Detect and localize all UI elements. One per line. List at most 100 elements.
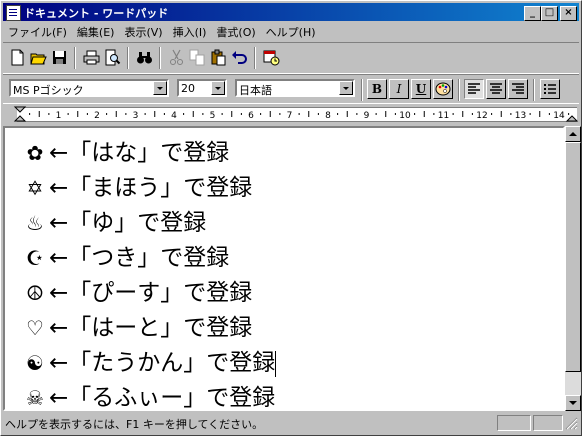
line-text: ←「るふぃー」で登録: [49, 385, 276, 411]
align-center-button[interactable]: [486, 79, 506, 99]
skull-crossbones-symbol: ☠: [26, 386, 44, 410]
document-line[interactable]: ♡ ←「はーと」で登録: [21, 311, 252, 345]
font-size-value: 20: [181, 82, 195, 95]
font-size-combo[interactable]: 20: [177, 79, 227, 97]
document-line[interactable]: ☪ ←「つき」で登録: [21, 241, 229, 275]
menu-insert[interactable]: 挿入(I): [168, 22, 212, 42]
scroll-up-button[interactable]: [565, 126, 581, 142]
align-left-icon: [468, 83, 480, 94]
ruler-label: 5: [210, 111, 216, 121]
line-text: ←「たうかん」で登録: [49, 350, 276, 376]
close-button[interactable]: ×: [560, 6, 577, 21]
bullet-list-icon: [544, 84, 556, 94]
scroll-thumb[interactable]: [565, 142, 581, 372]
ruler-label: 14: [553, 111, 565, 121]
menu-help[interactable]: ヘルプ(H): [261, 22, 321, 42]
script-dropdown-arrow[interactable]: [339, 81, 353, 95]
document-editor[interactable]: ✿ ←「はな」で登録 ✡ ←「まほう」で登録 ♨ ←「ゆ」で登録 ☪ ←「つき」で登録 …: [3, 126, 565, 411]
menu-format[interactable]: 書式(O): [211, 22, 260, 42]
bold-button[interactable]: B: [367, 79, 387, 99]
cut-button[interactable]: [166, 47, 187, 68]
document-line[interactable]: ☠ ←「るふぃー」で登録: [21, 381, 276, 411]
document-line[interactable]: ♨ ←「ゆ」で登録: [21, 206, 206, 240]
maximize-button[interactable]: □: [541, 6, 558, 21]
print-preview-icon: [105, 49, 121, 66]
hot-springs-symbol: ♨: [26, 211, 44, 235]
title-bar[interactable]: ドキュメント - ワードパッド _ □ ×: [3, 3, 579, 21]
format-toolbar: MS Pゴシック 20 日本語 B I U: [3, 74, 579, 104]
insert-datetime-icon: [263, 50, 280, 66]
status-help-text: ヘルプを表示するには、F1 キーを押してください。: [5, 418, 264, 431]
align-right-icon: [512, 83, 524, 94]
bullets-button[interactable]: [540, 79, 560, 99]
undo-button[interactable]: [229, 47, 250, 68]
peace-symbol: ☮: [26, 281, 44, 305]
ruler-marks: 1 2 3 4 5 6 7 8 9 10 11 12 13 14: [13, 106, 579, 122]
ruler-label: 10: [399, 111, 411, 121]
document-line[interactable]: ☯ ←「たうかん」で登録: [21, 346, 277, 380]
first-line-indent-marker[interactable]: [13, 106, 27, 113]
wordpad-app-icon[interactable]: [6, 5, 21, 21]
font-name-dropdown-arrow[interactable]: [153, 81, 167, 95]
menu-view[interactable]: 表示(V): [119, 22, 167, 42]
ruler-label: 2: [94, 111, 100, 121]
ruler[interactable]: 1 2 3 4 5 6 7 8 9 10 11 12 13 14: [3, 104, 579, 124]
scroll-down-button[interactable]: [565, 395, 581, 411]
toolbar-separator: [361, 79, 363, 101]
font-name-combo[interactable]: MS Pゴシック: [9, 79, 169, 97]
align-left-button[interactable]: [464, 79, 484, 99]
star-of-david-symbol: ✡: [26, 176, 44, 200]
left-indent-marker[interactable]: [13, 115, 27, 122]
ruler-label: 7: [287, 111, 293, 121]
find-binoculars-icon: [137, 52, 152, 64]
status-bar: ヘルプを表示するには、F1 キーを押してください。: [3, 413, 579, 433]
print-button[interactable]: [81, 47, 102, 68]
right-indent-marker[interactable]: [565, 115, 579, 122]
script-combo[interactable]: 日本語: [235, 79, 355, 97]
line-text: ←「つき」で登録: [49, 245, 230, 271]
align-right-button[interactable]: [508, 79, 528, 99]
resize-grip-icon[interactable]: [565, 417, 578, 430]
line-text: ←「まほう」で登録: [49, 175, 253, 201]
cut-scissors-icon: [170, 49, 183, 65]
menu-file[interactable]: ファイル(F): [3, 22, 72, 42]
toolbar-separator: [159, 47, 161, 69]
toolbar-separator: [127, 47, 129, 69]
heart-symbol: ♡: [26, 316, 44, 340]
print-preview-button[interactable]: [102, 47, 123, 68]
open-folder-icon: [30, 53, 47, 65]
document-line[interactable]: ☮ ←「ぴーす」で登録: [21, 276, 252, 310]
ruler-label: 6: [248, 111, 254, 121]
flower-symbol: ✿: [26, 141, 44, 165]
toolbar-separator: [254, 47, 256, 69]
document-line[interactable]: ✡ ←「まほう」で登録: [21, 171, 253, 205]
print-icon: [83, 50, 100, 65]
ruler-label: 13: [515, 111, 526, 121]
open-button[interactable]: [28, 47, 49, 68]
ruler-label: 1: [56, 111, 62, 121]
insert-datetime-button[interactable]: [261, 47, 282, 68]
vertical-scrollbar[interactable]: [565, 126, 581, 411]
menu-edit[interactable]: 編集(E): [72, 22, 120, 42]
copy-button[interactable]: [187, 47, 208, 68]
font-size-dropdown-arrow[interactable]: [211, 81, 225, 95]
font-name-value: MS Pゴシック: [13, 84, 84, 97]
underline-button[interactable]: U: [411, 79, 431, 99]
standard-toolbar: [3, 42, 579, 74]
paste-button[interactable]: [208, 47, 229, 68]
text-caret: [275, 350, 277, 377]
minimize-button[interactable]: _: [524, 6, 541, 21]
copy-icon: [189, 49, 205, 66]
paste-icon: [211, 49, 226, 66]
palette-icon: [435, 82, 451, 96]
new-document-icon: [11, 49, 24, 66]
star-and-crescent-symbol: ☪: [26, 246, 44, 270]
italic-button[interactable]: I: [389, 79, 409, 99]
document-line[interactable]: ✿ ←「はな」で登録: [21, 136, 230, 170]
color-button[interactable]: [433, 79, 453, 99]
find-button[interactable]: [134, 47, 155, 68]
script-value: 日本語: [239, 84, 272, 97]
yin-yang-symbol: ☯: [26, 351, 44, 375]
new-document-button[interactable]: [7, 47, 28, 68]
save-button[interactable]: [49, 47, 70, 68]
